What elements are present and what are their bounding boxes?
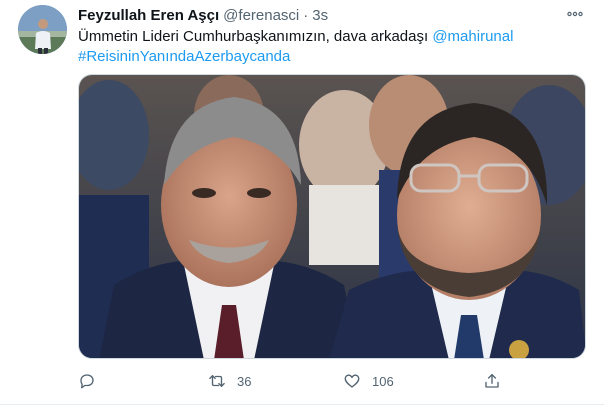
share-icon bbox=[485, 373, 499, 388]
author-handle[interactable]: @ferenasci bbox=[223, 7, 299, 24]
author-name[interactable]: Feyzullah Eren Aşçı bbox=[78, 7, 219, 24]
more-options-button[interactable] bbox=[563, 3, 587, 25]
tweet-actions: 36 106 bbox=[78, 370, 578, 392]
retweet-icon bbox=[209, 375, 225, 387]
tweet-text-main: Ümmetin Lideri Cumhurbaşkanımızın, dava … bbox=[78, 28, 433, 45]
reply-button[interactable] bbox=[78, 370, 96, 392]
share-button[interactable] bbox=[483, 370, 501, 392]
like-count: 106 bbox=[372, 373, 394, 389]
reply-icon bbox=[80, 374, 94, 389]
tweet-header: Feyzullah Eren Aşçı @ferenasci · 3s bbox=[78, 6, 328, 24]
retweet-count: 36 bbox=[237, 373, 252, 389]
separator-dot: · bbox=[303, 6, 309, 24]
mention-link[interactable]: @mahirunal bbox=[432, 28, 513, 45]
divider bbox=[0, 404, 604, 405]
tweet-text: Ümmetin Lideri Cumhurbaşkanımızın, dava … bbox=[78, 27, 578, 67]
heart-icon bbox=[344, 374, 360, 388]
hashtag-link[interactable]: #ReisininYanındaAzerbaycanda bbox=[78, 48, 290, 65]
tweet-photo[interactable] bbox=[78, 74, 586, 359]
tweet-time[interactable]: 3s bbox=[312, 7, 328, 24]
like-button[interactable]: 106 bbox=[343, 370, 394, 392]
more-icon bbox=[567, 11, 583, 17]
retweet-button[interactable]: 36 bbox=[208, 370, 251, 392]
avatar[interactable] bbox=[18, 5, 67, 54]
tweet: Feyzullah Eren Aşçı @ferenasci · 3s Ümme… bbox=[0, 0, 604, 408]
